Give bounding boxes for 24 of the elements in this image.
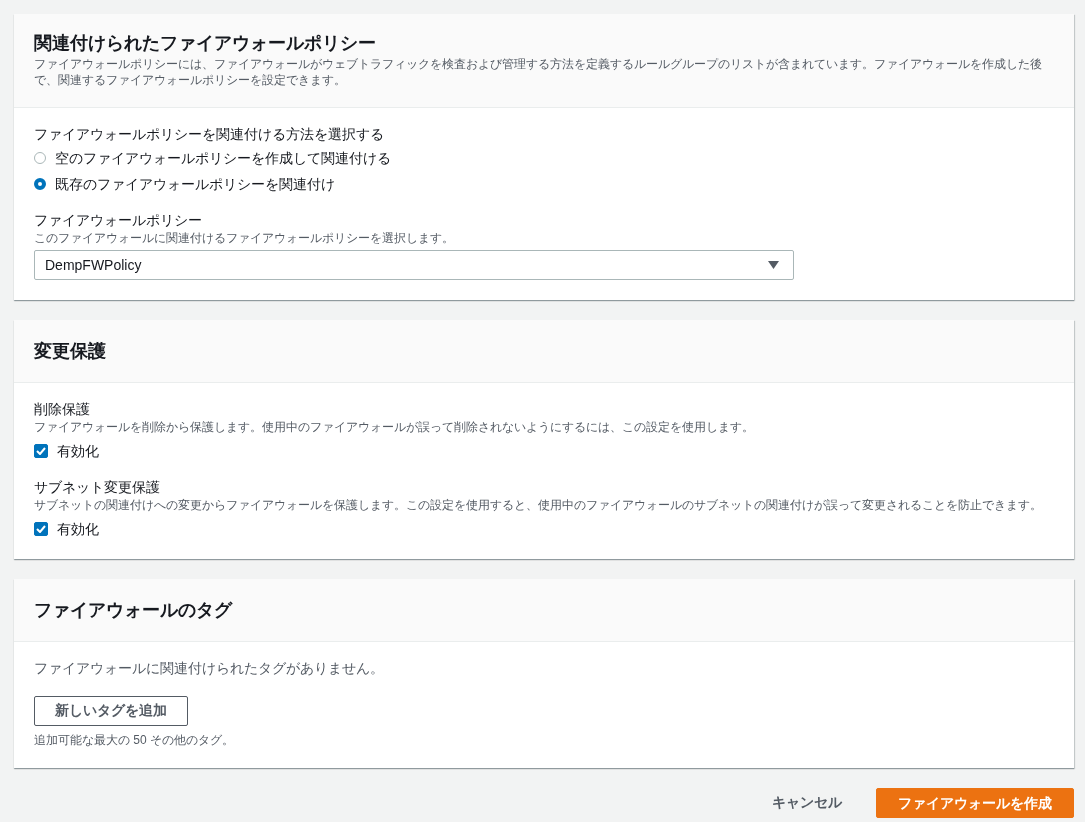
panel-title: ファイアウォールのタグ <box>34 599 234 621</box>
dropdown-caret-icon <box>768 261 779 269</box>
field-label: ファイアウォールポリシー <box>34 211 203 230</box>
policy-dropdown[interactable]: DempFWPolicy <box>34 250 794 280</box>
panel-title: 関連付けられたファイアウォールポリシー <box>34 32 377 54</box>
radio-label[interactable]: 空のファイアウォールポリシーを作成して関連付ける <box>55 148 391 168</box>
setting-label: 削除保護 <box>34 400 91 419</box>
field-label: ファイアウォールポリシーを関連付ける方法を選択する <box>34 125 385 144</box>
checkbox-label[interactable]: 有効化 <box>57 441 99 461</box>
add-tag-button[interactable]: 新しいタグを追加 <box>34 696 188 726</box>
radio-button[interactable] <box>34 178 46 190</box>
panel-description: ファイアウォールポリシーには、ファイアウォールがウェブトラフィックを検査および管理する方法を定義するルールグループのリストが含まれています。ファイアウォールを作成した後で、関連するファイアウォールポリシーを設定できます。 <box>34 56 1043 88</box>
radio-label[interactable]: 既存のファイアウォールポリシーを関連付け <box>55 174 335 194</box>
checkbox-label[interactable]: 有効化 <box>57 519 99 539</box>
field-hint: このファイアウォールに関連付けるファイアウォールポリシーを選択します。 <box>34 230 455 246</box>
empty-message: ファイアウォールに関連付けられたタグがありません。 <box>34 659 385 678</box>
setting-description: サブネットの関連付けへの変更からファイアウォールを保護します。この設定を使用すると、使用中のファイアウォールのサブネットの関連付けが誤って変更されることを防止できます。 <box>34 497 1043 513</box>
limit-note: 追加可能な最大の 50 その他のタグ。 <box>34 732 235 748</box>
panel-title: 変更保護 <box>34 340 107 362</box>
checkbox[interactable] <box>34 444 48 458</box>
checkbox[interactable] <box>34 522 48 536</box>
setting-description: ファイアウォールを削除から保護します。使用中のファイアウォールが誤って削除されないようにするには、この設定を使用します。 <box>34 419 755 435</box>
cancel-button[interactable]: キャンセル <box>752 788 862 818</box>
setting-label: サブネット変更保護 <box>34 478 161 497</box>
